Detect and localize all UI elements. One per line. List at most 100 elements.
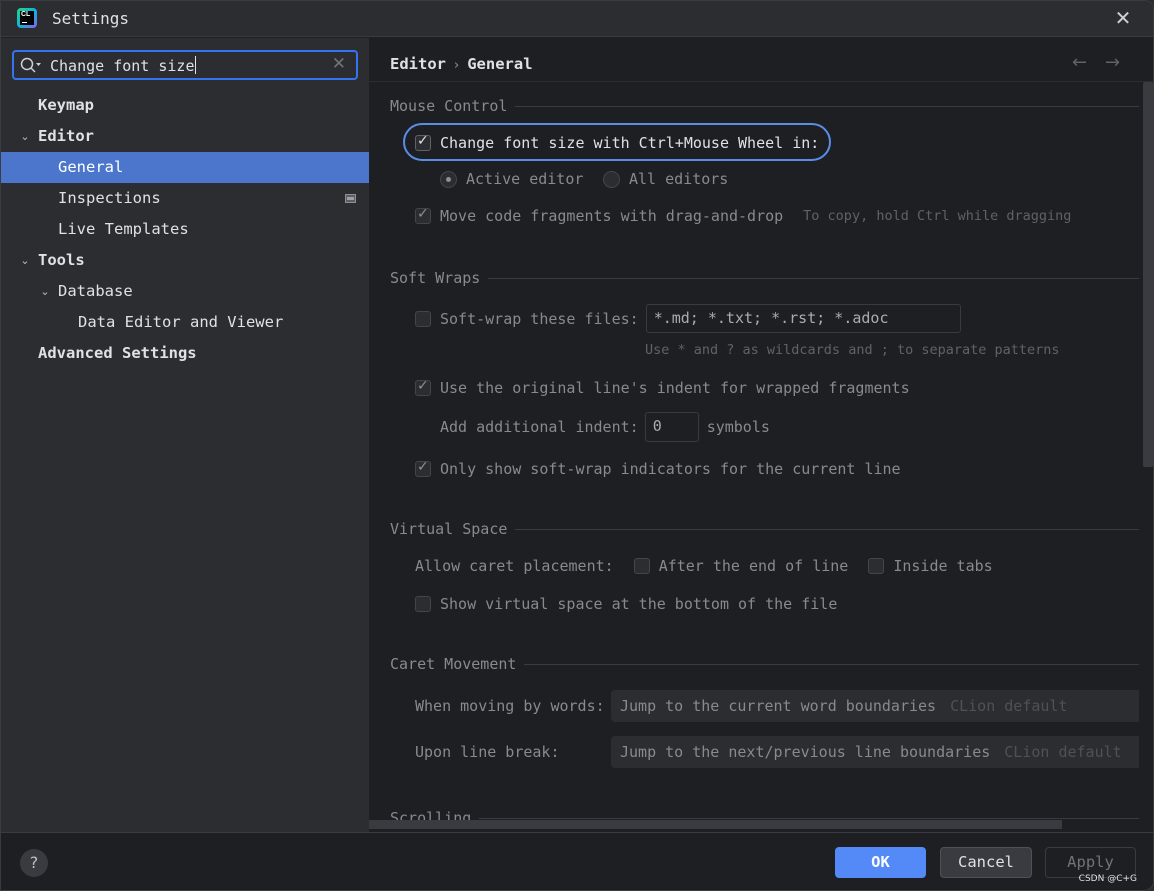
radio-label: All editors (629, 170, 729, 188)
dialog-footer: ? OK Cancel Apply CSDN @C+G (1, 832, 1153, 890)
vertical-scrollbar[interactable] (1143, 82, 1153, 467)
line-break-row: Upon line break: Jump to the next/previo… (415, 736, 1139, 768)
moving-by-words-row: When moving by words: Jump to the curren… (415, 690, 1139, 722)
original-indent-checkbox[interactable] (415, 378, 431, 396)
checkbox-label: Change font size with Ctrl+Mouse Wheel i… (440, 134, 820, 152)
moving-by-words-dropdown[interactable]: Jump to the current word boundaries CLion… (611, 690, 1139, 722)
checkbox-label: Soft-wrap these files: (440, 309, 639, 328)
clion-icon: CL (17, 8, 37, 28)
show-virtual-space-checkbox[interactable] (415, 596, 431, 612)
section-title: Soft Wraps (390, 269, 481, 287)
search-value[interactable]: Change font size (50, 56, 196, 75)
section-caret-movement: Caret Movement (390, 655, 1139, 673)
tree-item-data-editor-and-viewer[interactable]: Data Editor and Viewer (1, 307, 369, 338)
soft-wrap-indicators-checkbox[interactable] (415, 459, 431, 477)
title-bar: CL Settings ✕ (1, 1, 1153, 37)
allow-caret-placement-row: Allow caret placement: After the end of … (415, 557, 993, 575)
tree-item-label: Keymap (38, 96, 94, 114)
radio-button[interactable] (440, 170, 457, 188)
move-code-option[interactable]: Move code fragments with drag-and-drop T… (415, 206, 1071, 225)
tree-item-general[interactable]: General (1, 152, 369, 183)
back-arrow-icon[interactable]: ← (1072, 52, 1087, 73)
hint-text: Use * and ? as wildcards and ; to separa… (645, 342, 1060, 358)
section-title: Mouse Control (390, 97, 508, 115)
chevron-down-icon[interactable]: ⌄ (18, 121, 32, 152)
tree-item-label: Data Editor and Viewer (78, 313, 284, 331)
breadcrumb-general: General (467, 55, 533, 73)
tree-item-label: General (58, 158, 124, 176)
checkbox-label: Move code fragments with drag-and-drop (440, 207, 784, 225)
breadcrumb-separator: › (454, 58, 460, 73)
breadcrumb: Editor › General (390, 55, 533, 73)
settings-main-panel: Editor › General ← → Mouse Control Change … (369, 38, 1153, 832)
move-code-checkbox[interactable] (415, 206, 431, 224)
field-label: Add additional indent: (440, 418, 639, 436)
checkbox-label: After the end of line (658, 557, 849, 575)
settings-dialog: CL Settings ✕ Change font size ✕ Keymap … (0, 0, 1154, 891)
settings-content: Mouse Control Change font size with Ctrl… (369, 83, 1139, 823)
change-font-size-option[interactable]: Change font size with Ctrl+Mouse Wheel i… (415, 133, 820, 152)
section-title: Virtual Space (390, 520, 508, 538)
field-label: Allow caret placement: (415, 557, 614, 575)
cancel-button[interactable]: Cancel (940, 847, 1032, 878)
settings-tree: Keymap ⌄ Editor General Inspections Live… (1, 90, 369, 369)
additional-indent-option: Add additional indent: 0 symbols (440, 412, 770, 442)
project-scope-icon (345, 194, 356, 203)
chevron-down-icon[interactable]: ⌄ (38, 276, 52, 307)
tree-item-label: Live Templates (58, 220, 189, 238)
window-title: Settings (52, 9, 130, 28)
dropdown-value: Jump to the current word boundaries (620, 697, 937, 715)
panel-header: Editor › General ← → (369, 38, 1153, 82)
settings-search-input[interactable]: Change font size ✕ (12, 50, 358, 80)
settings-sidebar: Change font size ✕ Keymap ⌄ Editor Gener… (1, 38, 369, 832)
tree-item-keymap[interactable]: Keymap (1, 90, 369, 121)
soft-wrap-files-checkbox[interactable] (415, 310, 431, 327)
soft-wrap-patterns-input[interactable]: *.md; *.txt; *.rst; *.adoc (645, 304, 961, 333)
tree-item-live-templates[interactable]: Live Templates (1, 214, 369, 245)
after-end-of-line-checkbox[interactable] (633, 558, 650, 574)
tree-item-label: Inspections (58, 189, 161, 207)
tree-item-database[interactable]: ⌄ Database (1, 276, 369, 307)
checkbox-label: Only show soft-wrap indicators for the c… (440, 460, 901, 478)
watermark: CSDN @C+G (1078, 874, 1137, 884)
section-virtual-space: Virtual Space (390, 520, 1139, 538)
chevron-down-icon[interactable]: ⌄ (18, 245, 32, 276)
line-break-dropdown[interactable]: Jump to the next/previous line boundarie… (611, 736, 1139, 768)
horizontal-scrollbar[interactable] (369, 820, 1062, 829)
breadcrumb-editor[interactable]: Editor (390, 55, 446, 73)
section-title: Caret Movement (390, 655, 517, 673)
field-label: When moving by words: (415, 697, 605, 715)
default-hint: CLion default (950, 697, 1068, 715)
change-font-size-checkbox[interactable] (415, 133, 431, 151)
soft-wrap-files-option[interactable]: Soft-wrap these files: *.md; *.txt; *.rs… (415, 304, 961, 333)
tree-item-label: Advanced Settings (38, 344, 197, 362)
radio-active-editor[interactable]: Active editor (440, 170, 583, 188)
additional-indent-input[interactable]: 0 (644, 412, 699, 442)
soft-wrap-hint: Use * and ? as wildcards and ; to separa… (645, 342, 1060, 358)
tree-item-advanced-settings[interactable]: Advanced Settings (1, 338, 369, 369)
radio-all-editors[interactable]: All editors (603, 170, 728, 188)
radio-button[interactable] (603, 170, 620, 188)
section-mouse-control: Mouse Control (390, 97, 1139, 115)
close-icon[interactable]: ✕ (1113, 8, 1133, 28)
tree-item-label: Database (58, 282, 133, 300)
field-label: Upon line break: (415, 743, 560, 761)
tree-item-editor[interactable]: ⌄ Editor (1, 121, 369, 152)
tree-item-label: Editor (38, 127, 94, 145)
tree-item-label: Tools (38, 251, 85, 269)
inside-tabs-checkbox[interactable] (868, 558, 885, 574)
checkbox-label: Use the original line's indent for wrapp… (440, 379, 910, 397)
search-icon[interactable] (20, 57, 42, 75)
help-button[interactable]: ? (20, 849, 48, 877)
dropdown-value: Jump to the next/previous line boundarie… (620, 743, 991, 761)
section-soft-wraps: Soft Wraps (390, 269, 1139, 287)
tree-item-tools[interactable]: ⌄ Tools (1, 245, 369, 276)
tree-item-inspections[interactable]: Inspections (1, 183, 369, 214)
checkbox-label: Show virtual space at the bottom of the … (440, 595, 838, 613)
forward-arrow-icon[interactable]: → (1105, 52, 1120, 73)
original-indent-option[interactable]: Use the original line's indent for wrapp… (415, 378, 910, 397)
ok-button[interactable]: OK (835, 847, 926, 878)
soft-wrap-indicators-option[interactable]: Only show soft-wrap indicators for the c… (415, 459, 901, 478)
show-virtual-space-option[interactable]: Show virtual space at the bottom of the … (415, 595, 837, 613)
clear-search-icon[interactable]: ✕ (332, 54, 346, 74)
